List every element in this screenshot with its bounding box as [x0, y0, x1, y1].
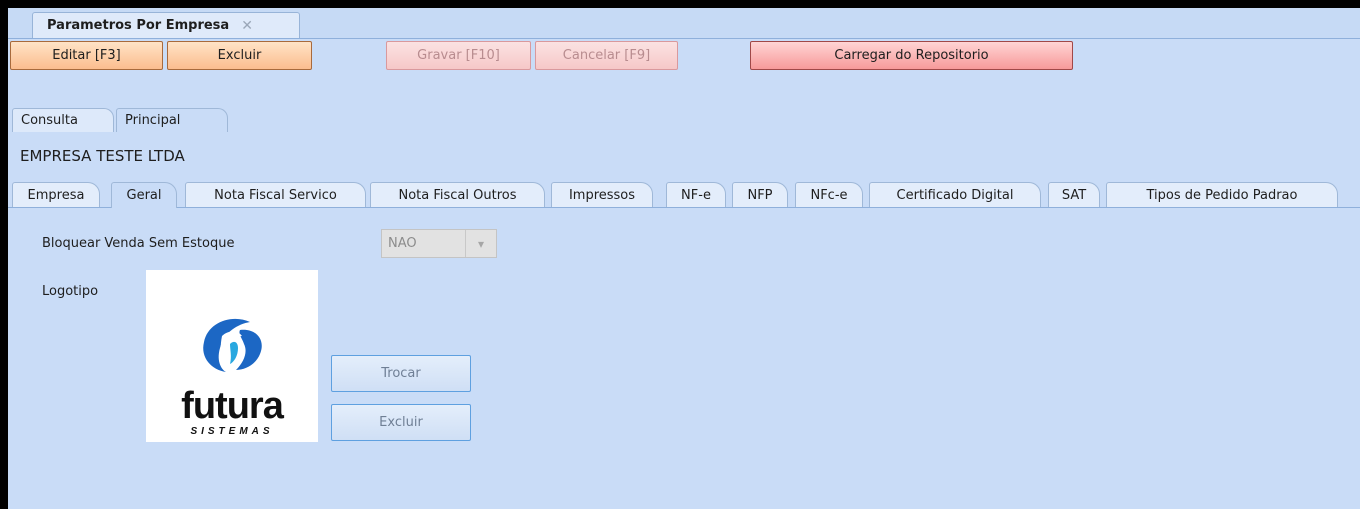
tab-tipos-de-pedido-padrao[interactable]: Tipos de Pedido Padrao	[1106, 182, 1338, 207]
company-name: EMPRESA TESTE LTDA	[20, 147, 185, 165]
logo-image: futura SISTEMAS	[146, 270, 318, 442]
gravar-button[interactable]: Gravar [F10]	[386, 41, 531, 70]
excluir-logo-button[interactable]: Excluir	[331, 404, 471, 441]
tab-nfp[interactable]: NFP	[732, 182, 788, 207]
tab-empresa[interactable]: Empresa	[12, 182, 100, 207]
excluir-button[interactable]: Excluir	[167, 41, 312, 70]
document-tab-strip: Parametros Por Empresa ✕	[8, 8, 1360, 39]
logo-subtitle: SISTEMAS	[190, 426, 273, 437]
carregar-repositorio-button[interactable]: Carregar do Repositorio	[750, 41, 1073, 70]
bloquear-venda-select[interactable]: NAO ▾	[381, 229, 497, 258]
logotipo-label: Logotipo	[42, 284, 99, 299]
tab-impressos[interactable]: Impressos	[551, 182, 653, 207]
sub-tabs: Empresa Geral Nota Fiscal Servico Nota F…	[8, 180, 1360, 208]
tab-nfc-e[interactable]: NFc-e	[795, 182, 863, 207]
tab-principal[interactable]: Principal	[116, 108, 228, 132]
close-icon[interactable]: ✕	[241, 18, 253, 34]
document-tab-title: Parametros Por Empresa	[47, 18, 230, 33]
tab-certificado-digital[interactable]: Certificado Digital	[869, 182, 1041, 207]
toolbar: Editar [F3] Excluir Gravar [F10] Cancela…	[8, 39, 1360, 77]
cancelar-button[interactable]: Cancelar [F9]	[535, 41, 678, 70]
trocar-button[interactable]: Trocar	[331, 355, 471, 392]
chevron-down-icon[interactable]: ▾	[465, 230, 496, 257]
page-tabs: Consulta Principal	[8, 108, 1360, 132]
window: Parametros Por Empresa ✕ Editar [F3] Exc…	[8, 8, 1360, 509]
tab-consulta[interactable]: Consulta	[12, 108, 114, 132]
bloquear-venda-label: Bloquear Venda Sem Estoque	[42, 236, 235, 251]
tab-nf-e[interactable]: NF-e	[666, 182, 726, 207]
bloquear-venda-value: NAO	[388, 236, 417, 251]
logo-wordmark: futura	[181, 385, 285, 427]
editar-button[interactable]: Editar [F3]	[10, 41, 163, 70]
tab-sat[interactable]: SAT	[1048, 182, 1100, 207]
futura-logo-icon: futura SISTEMAS	[181, 318, 286, 437]
tab-geral[interactable]: Geral	[111, 182, 177, 208]
tab-nota-fiscal-outros[interactable]: Nota Fiscal Outros	[370, 182, 545, 207]
tab-nota-fiscal-servico[interactable]: Nota Fiscal Servico	[185, 182, 366, 207]
document-tab-parametros[interactable]: Parametros Por Empresa ✕	[32, 12, 300, 38]
